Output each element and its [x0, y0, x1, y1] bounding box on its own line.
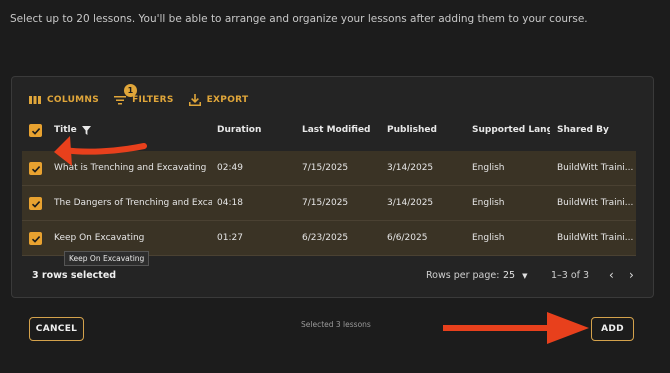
row-checkbox[interactable] [29, 232, 42, 245]
checkmark-icon [31, 165, 40, 173]
cell-duration: 02:49 [217, 163, 243, 173]
header-title[interactable]: Title [54, 125, 91, 135]
annotation-arrow-add [443, 312, 589, 344]
title-tooltip: Keep On Excavating [64, 251, 150, 266]
filters-label: FILTERS [132, 95, 174, 105]
filter-list-icon [114, 96, 127, 105]
table-row[interactable]: The Dangers of Trenching and Exca... 04:… [22, 186, 636, 221]
cell-title: Keep On Excavating [54, 233, 145, 243]
columns-icon [29, 96, 41, 104]
filters-button[interactable]: 1 FILTERS [114, 84, 174, 106]
header-shared-by[interactable]: Shared By [557, 125, 609, 135]
checkmark-icon [31, 127, 40, 135]
download-icon [188, 94, 201, 106]
filters-count-badge: 1 [124, 84, 138, 97]
rows-per-page-label: Rows per page: [426, 270, 500, 281]
select-all-checkbox[interactable] [29, 124, 42, 137]
cell-shared-by: BuildWitt Traini... [557, 198, 634, 208]
caret-down-icon: ▼ [522, 272, 528, 280]
row-checkbox[interactable] [29, 162, 42, 175]
header-published[interactable]: Published [387, 125, 437, 135]
cell-published: 6/6/2025 [387, 233, 428, 243]
cell-language: English [472, 163, 505, 173]
cell-shared-by: BuildWitt Traini... [557, 163, 634, 173]
cell-shared-by: BuildWitt Traini... [557, 233, 634, 243]
filter-active-icon [81, 125, 91, 135]
selected-lessons-note: Selected 3 lessons [301, 320, 371, 329]
add-button[interactable]: ADD [591, 317, 634, 341]
checkmark-icon [31, 200, 40, 208]
table-row[interactable]: What is Trenching and Excavating 02:49 7… [22, 151, 636, 186]
cell-language: English [472, 233, 505, 243]
export-label: EXPORT [206, 95, 249, 105]
cell-language: English [472, 198, 505, 208]
header-supported-languages[interactable]: Supported Langu... [472, 125, 550, 135]
cell-title: The Dangers of Trenching and Exca... [54, 198, 212, 208]
columns-button[interactable]: COLUMNS [29, 94, 99, 106]
cell-published: 3/14/2025 [387, 163, 434, 173]
checkmark-icon [31, 235, 40, 243]
row-checkbox[interactable] [29, 197, 42, 210]
table-body: What is Trenching and Excavating 02:49 7… [22, 151, 636, 256]
pagination-range: 1–3 of 3 [551, 270, 590, 281]
prev-page-chevron-icon[interactable]: ‹ [609, 268, 614, 282]
header-title-label: Title [54, 125, 77, 135]
header-duration[interactable]: Duration [217, 125, 261, 135]
cell-published: 3/14/2025 [387, 198, 434, 208]
next-page-chevron-icon[interactable]: › [629, 268, 634, 282]
instructions-text: Select up to 20 lessons. You'll be able … [10, 13, 588, 25]
cancel-button[interactable]: CANCEL [29, 317, 84, 341]
header-last-modified[interactable]: Last Modified [302, 125, 370, 135]
selected-rows-count: 3 rows selected [32, 270, 117, 281]
table-header-row: Title Duration Last Modified Published S… [22, 120, 636, 142]
rows-per-page-value: 25 [503, 270, 516, 281]
rows-per-page-select[interactable]: 25 ▼ [503, 270, 528, 281]
cell-last-modified: 7/15/2025 [302, 163, 349, 173]
table-toolbar: COLUMNS 1 FILTERS EXPORT [29, 84, 249, 106]
cell-last-modified: 6/23/2025 [302, 233, 349, 243]
export-button[interactable]: EXPORT [188, 94, 249, 106]
columns-label: COLUMNS [47, 95, 100, 105]
cell-last-modified: 7/15/2025 [302, 198, 349, 208]
cell-duration: 04:18 [217, 198, 243, 208]
cell-duration: 01:27 [217, 233, 243, 243]
cell-title: What is Trenching and Excavating [54, 163, 207, 173]
